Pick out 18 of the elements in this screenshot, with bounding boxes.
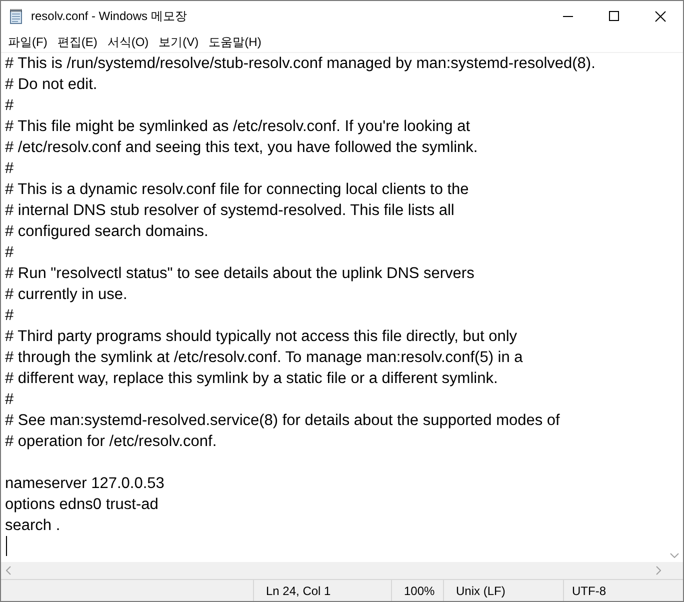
status-text: Unix (LF) (456, 582, 506, 600)
menu-item[interactable]: 도움말(H) (204, 32, 266, 50)
menu-item[interactable]: 보기(V) (154, 32, 204, 50)
notepad-icon (8, 8, 24, 24)
text-content[interactable]: # This is /run/systemd/resolve/stub-resolv.conf managed by man:systemd-resolved(8). # Do not edit. # # This file might be symlinked as /etc/resolv.conf. If you're looking at # /etc/resolv.conf and seeing this text, you have followed the symlink. # # This is a dynamic resolv.conf file for connecting local clients to the # internal DNS stub resolver of systemd-resolved. This file lists all # configured search domains. # # Run "resolvectl status" to see details about the uplink DNS servers # currently in use. # # Third party programs should typically not access this file directly, but only # through the symlink at /etc/resolv.conf. To manage man:resolv.conf(5) in a # different way, replace this symlink by a static file or a different symlink. # # See man:systemd-resolved.service(8) for details about the supported modes of # operation for /etc/resolv.conf. nameserver 127.0.0.53 options edns0 trust-ad search . (1, 53, 666, 536)
maximize-icon (609, 11, 619, 21)
menu-item[interactable]: 서식(O) (102, 32, 154, 50)
menu-item[interactable]: 파일(F) (3, 32, 52, 50)
status-text: UTF-8 (572, 582, 606, 600)
scroll-right-icon[interactable] (656, 566, 661, 575)
status-text: 100% (404, 582, 435, 600)
window-title: resolv.conf - Windows 메모장 (31, 8, 187, 25)
status-text: Ln 24, Col 1 (266, 582, 331, 600)
text-cursor (6, 536, 7, 556)
scroll-down-icon[interactable] (670, 553, 679, 558)
menu-item[interactable]: 편집(E) (52, 32, 102, 50)
close-icon (654, 10, 666, 22)
scroll-left-icon[interactable] (6, 566, 11, 575)
